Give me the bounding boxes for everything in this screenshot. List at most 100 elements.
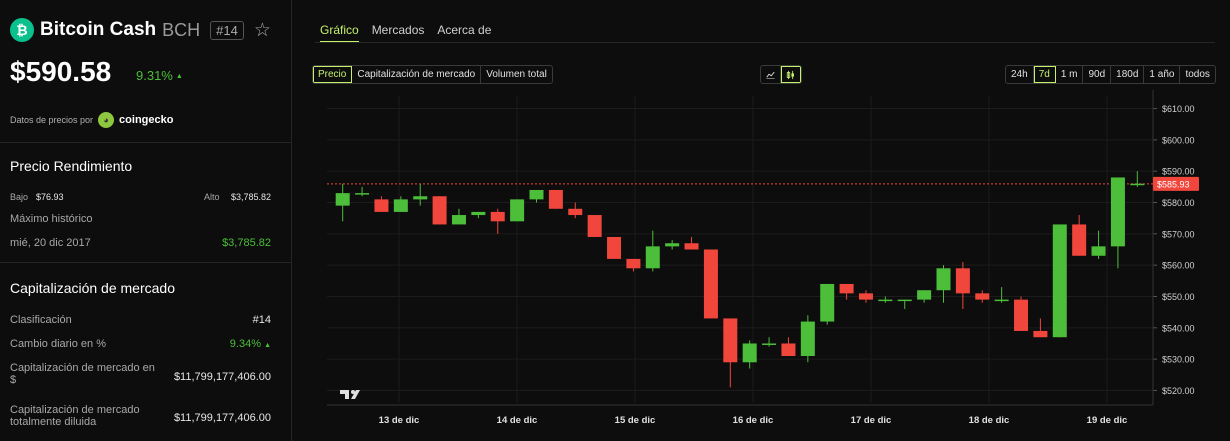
y-tick-label: $590.00 (1162, 167, 1195, 177)
divider (0, 262, 292, 263)
fdv-label: Capitalización de mercado totalmente dilu… (10, 404, 140, 428)
coin-name: Bitcoin Cash (40, 19, 157, 40)
tab-markets[interactable]: Mercados (372, 23, 425, 43)
ath-label: Máximo histórico (10, 213, 93, 225)
candle-body (665, 243, 680, 247)
range-7d-button[interactable]: 7d (1033, 66, 1056, 83)
candle-body (1033, 330, 1048, 338)
price-change: 9.31% ▲ (136, 68, 183, 83)
candle-body (897, 299, 912, 302)
candle-body (917, 290, 932, 300)
price-change-value: 9.31% (136, 68, 173, 83)
candle-body (762, 343, 777, 345)
candle-body (800, 321, 815, 357)
y-tick-label: $540.00 (1162, 323, 1195, 333)
metric-market-cap-button[interactable]: Capitalización de mercado (352, 66, 482, 83)
range-1m-button[interactable]: 1 m (1056, 66, 1084, 83)
coin-info-panel: ₿ Bitcoin Cash BCH #14 ☆ $590.58 9.31% ▲ … (0, 0, 292, 441)
candle-body (742, 343, 757, 363)
y-tick-label: $610.00 (1162, 104, 1195, 114)
y-tick-label: $550.00 (1162, 292, 1195, 302)
candle-body (471, 211, 486, 216)
coin-header: ₿ Bitcoin Cash BCH #14 ☆ (10, 18, 271, 42)
candle-body (1072, 224, 1087, 256)
coingecko-logo-icon: ◕ (98, 112, 115, 128)
x-tick-label: 19 de dic (1087, 415, 1128, 426)
up-arrow-icon: ▲ (175, 73, 183, 81)
price-candlestick-chart[interactable]: $520.00 $530.00 $540.00 $550.00 $560.00 $570.… (293, 90, 1230, 441)
y-tick-label: $580.00 (1162, 198, 1195, 208)
chart-panel: Gráfico Mercados Acerca de Precio Capita… (293, 0, 1230, 441)
ath-value: $3,785.82 (222, 237, 271, 249)
candle-body (878, 299, 893, 302)
range-1y-button[interactable]: 1 año (1144, 66, 1181, 83)
current-price-label: $585.93 (1157, 179, 1190, 189)
tradingview-logo-icon (340, 390, 360, 399)
candle-body (490, 211, 505, 222)
y-tick-label: $530.00 (1162, 355, 1195, 365)
candle-body (955, 268, 970, 294)
candle-body (703, 249, 718, 319)
x-tick-label: 17 de dic (851, 415, 892, 426)
chart-type-selector (760, 65, 802, 84)
x-tick-label: 16 de dic (733, 415, 774, 426)
y-tick-label: $520.00 (1162, 386, 1195, 396)
market-cap-label-line2: $ (10, 374, 17, 386)
candle-body (781, 343, 796, 357)
rank-label: Clasificación (10, 314, 72, 326)
candle-body (568, 208, 583, 216)
candle-body (529, 189, 544, 200)
tab-divider (315, 42, 1215, 43)
candle-body (645, 246, 660, 269)
candle-body (1110, 177, 1125, 247)
metric-selector: Precio Capitalización de mercado Volumen… (312, 65, 553, 84)
y-tick-label: $600.00 (1162, 135, 1195, 145)
x-tick-label: 14 de dic (497, 415, 538, 426)
low-value: $76.93 (36, 192, 64, 202)
range-180d-button[interactable]: 180d (1111, 66, 1145, 83)
y-tick-label: $570.00 (1162, 229, 1195, 239)
range-selector: 24h 7d 1 m 90d 180d 1 año todos (1005, 65, 1216, 84)
x-tick-label: 15 de dic (615, 415, 656, 426)
tab-chart[interactable]: Gráfico (320, 23, 359, 43)
market-cap-label-line1: Capitalización de mercado en (10, 362, 155, 374)
candle-body (936, 268, 951, 291)
candle-body (1052, 224, 1067, 338)
candle-body (626, 258, 641, 269)
data-attribution: Datos de precios por ◕ coingecko (10, 112, 173, 128)
candle-body (451, 215, 466, 225)
x-tick-label: 18 de dic (969, 415, 1010, 426)
metric-price-button[interactable]: Precio (313, 66, 353, 83)
data-provider-link[interactable]: coingecko (119, 114, 173, 126)
divider (0, 142, 292, 143)
up-arrow-icon: ▲ (264, 342, 271, 349)
range-90d-button[interactable]: 90d (1083, 66, 1112, 83)
line-chart-icon[interactable] (761, 66, 781, 83)
high-value: $3,785.82 (230, 192, 271, 202)
market-cap-label: Capitalización de mercado en $ (10, 362, 155, 386)
tab-about[interactable]: Acerca de (437, 23, 491, 43)
rank-badge: #14 (210, 20, 244, 40)
current-price: $590.58 (10, 56, 112, 87)
range-all-button[interactable]: todos (1180, 66, 1214, 83)
star-icon[interactable]: ☆ (254, 19, 271, 42)
high-label: Alto (204, 192, 220, 202)
metric-volume-button[interactable]: Volumen total (481, 66, 552, 83)
candle-body (607, 236, 622, 259)
coin-symbol: BCH (162, 19, 201, 40)
candle-body (374, 199, 389, 212)
bitcoin-cash-logo: ₿ (10, 18, 34, 42)
daily-change-value: 9.34% (229, 338, 261, 350)
candlestick-icon[interactable] (781, 66, 801, 83)
candle-body (820, 283, 835, 322)
market-cap-title: Capitalización de mercado (10, 280, 175, 296)
range-24h-button[interactable]: 24h (1006, 66, 1034, 83)
candle-body (335, 193, 350, 206)
market-cap-value: $11,799,177,406.00 (173, 371, 271, 383)
candle-body (858, 293, 873, 300)
daily-change: 9.34% ▲ (230, 338, 271, 350)
data-by-label: Datos de precios por (10, 115, 94, 125)
candle-body (684, 243, 699, 250)
candle-body (994, 299, 1009, 302)
candle-body (1130, 183, 1145, 186)
